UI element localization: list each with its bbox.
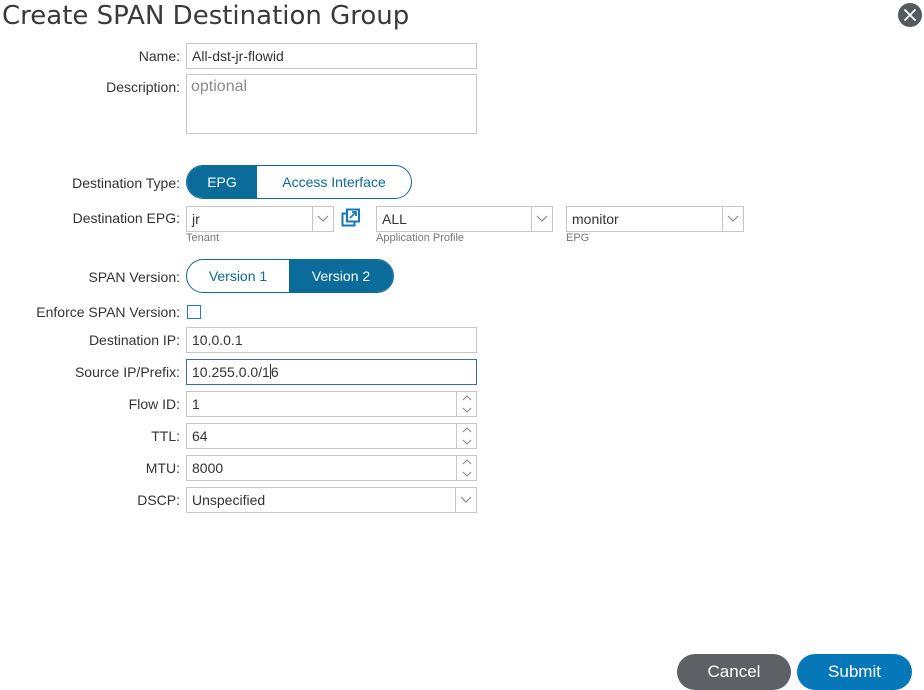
epg-value: monitor bbox=[572, 211, 619, 227]
name-label: Name: bbox=[138, 48, 180, 64]
source-ip-prefix-label: Source IP/Prefix: bbox=[74, 364, 180, 380]
name-input[interactable]: All-dst-jr-flowid bbox=[186, 43, 477, 69]
span-version-2-option[interactable]: Version 2 bbox=[289, 260, 393, 292]
chevron-down-icon bbox=[460, 496, 472, 503]
ttl-value: 64 bbox=[192, 428, 208, 444]
tenant-dropdown-toggle[interactable] bbox=[312, 207, 333, 231]
source-ip-prefix-value-start: 10.255.0.0/1 bbox=[192, 364, 270, 380]
span-version-toggle: Version 1 Version 2 bbox=[186, 259, 394, 293]
mtu-label: MTU: bbox=[145, 460, 180, 476]
ttl-label: TTL: bbox=[151, 428, 180, 444]
flow-id-value: 1 bbox=[192, 396, 200, 412]
decrement-icon[interactable] bbox=[457, 404, 476, 416]
description-textarea[interactable]: optional bbox=[186, 74, 477, 134]
ttl-stepper[interactable]: 64 bbox=[186, 423, 477, 449]
decrement-icon[interactable] bbox=[457, 436, 476, 448]
chevron-down-icon bbox=[727, 215, 739, 222]
destination-type-label: Destination Type: bbox=[72, 175, 180, 191]
submit-button[interactable]: Submit bbox=[797, 654, 912, 690]
source-ip-prefix-value-end: 6 bbox=[270, 364, 279, 380]
chevron-down-icon bbox=[317, 215, 329, 222]
dialog-title: Create SPAN Destination Group bbox=[2, 1, 410, 31]
epg-sublabel: EPG bbox=[566, 232, 590, 244]
dscp-select[interactable]: Unspecified bbox=[186, 487, 477, 513]
destination-epg-label: Destination EPG: bbox=[72, 210, 180, 226]
destination-ip-input[interactable]: 10.0.0.1 bbox=[186, 327, 477, 353]
dscp-value: Unspecified bbox=[192, 492, 266, 508]
chevron-down-icon bbox=[536, 215, 548, 222]
cancel-button[interactable]: Cancel bbox=[677, 654, 791, 690]
dscp-label: DSCP: bbox=[137, 492, 180, 508]
enforce-span-version-label: Enforce SPAN Version: bbox=[36, 304, 180, 320]
enforce-span-version-checkbox[interactable] bbox=[187, 305, 201, 319]
open-external-icon[interactable] bbox=[341, 208, 361, 228]
close-icon bbox=[904, 9, 916, 21]
tenant-value: jr bbox=[192, 211, 200, 227]
destination-type-access-interface-option[interactable]: Access Interface bbox=[257, 166, 411, 198]
increment-icon[interactable] bbox=[457, 392, 476, 404]
tenant-select[interactable]: jr bbox=[186, 206, 334, 232]
application-profile-sublabel: Application Profile bbox=[376, 232, 465, 244]
destination-type-toggle: EPG Access Interface bbox=[186, 165, 412, 199]
mtu-stepper[interactable]: 8000 bbox=[186, 455, 477, 481]
source-ip-prefix-input[interactable]: 10.255.0.0/16 bbox=[186, 359, 477, 385]
name-value: All-dst-jr-flowid bbox=[192, 48, 284, 64]
flow-id-label: Flow ID: bbox=[128, 396, 180, 412]
destination-type-epg-option[interactable]: EPG bbox=[187, 166, 257, 198]
mtu-value: 8000 bbox=[192, 460, 224, 476]
decrement-icon[interactable] bbox=[457, 468, 476, 480]
destination-ip-label: Destination IP: bbox=[88, 332, 180, 348]
application-profile-value: ALL bbox=[382, 211, 407, 227]
close-button[interactable] bbox=[898, 3, 922, 27]
description-placeholder: optional bbox=[191, 78, 248, 95]
tenant-sublabel: Tenant bbox=[186, 232, 220, 244]
increment-icon[interactable] bbox=[457, 456, 476, 468]
application-profile-dropdown-toggle[interactable] bbox=[531, 207, 552, 231]
description-label: Description: bbox=[106, 79, 180, 95]
span-version-label: SPAN Version: bbox=[88, 269, 180, 285]
increment-icon[interactable] bbox=[457, 424, 476, 436]
dscp-dropdown-toggle[interactable] bbox=[455, 488, 476, 512]
application-profile-select[interactable]: ALL bbox=[376, 206, 553, 232]
destination-ip-value: 10.0.0.1 bbox=[192, 332, 243, 348]
epg-select[interactable]: monitor bbox=[566, 206, 744, 232]
span-version-1-option[interactable]: Version 1 bbox=[187, 260, 289, 292]
flow-id-stepper[interactable]: 1 bbox=[186, 391, 477, 417]
epg-dropdown-toggle[interactable] bbox=[722, 207, 743, 231]
